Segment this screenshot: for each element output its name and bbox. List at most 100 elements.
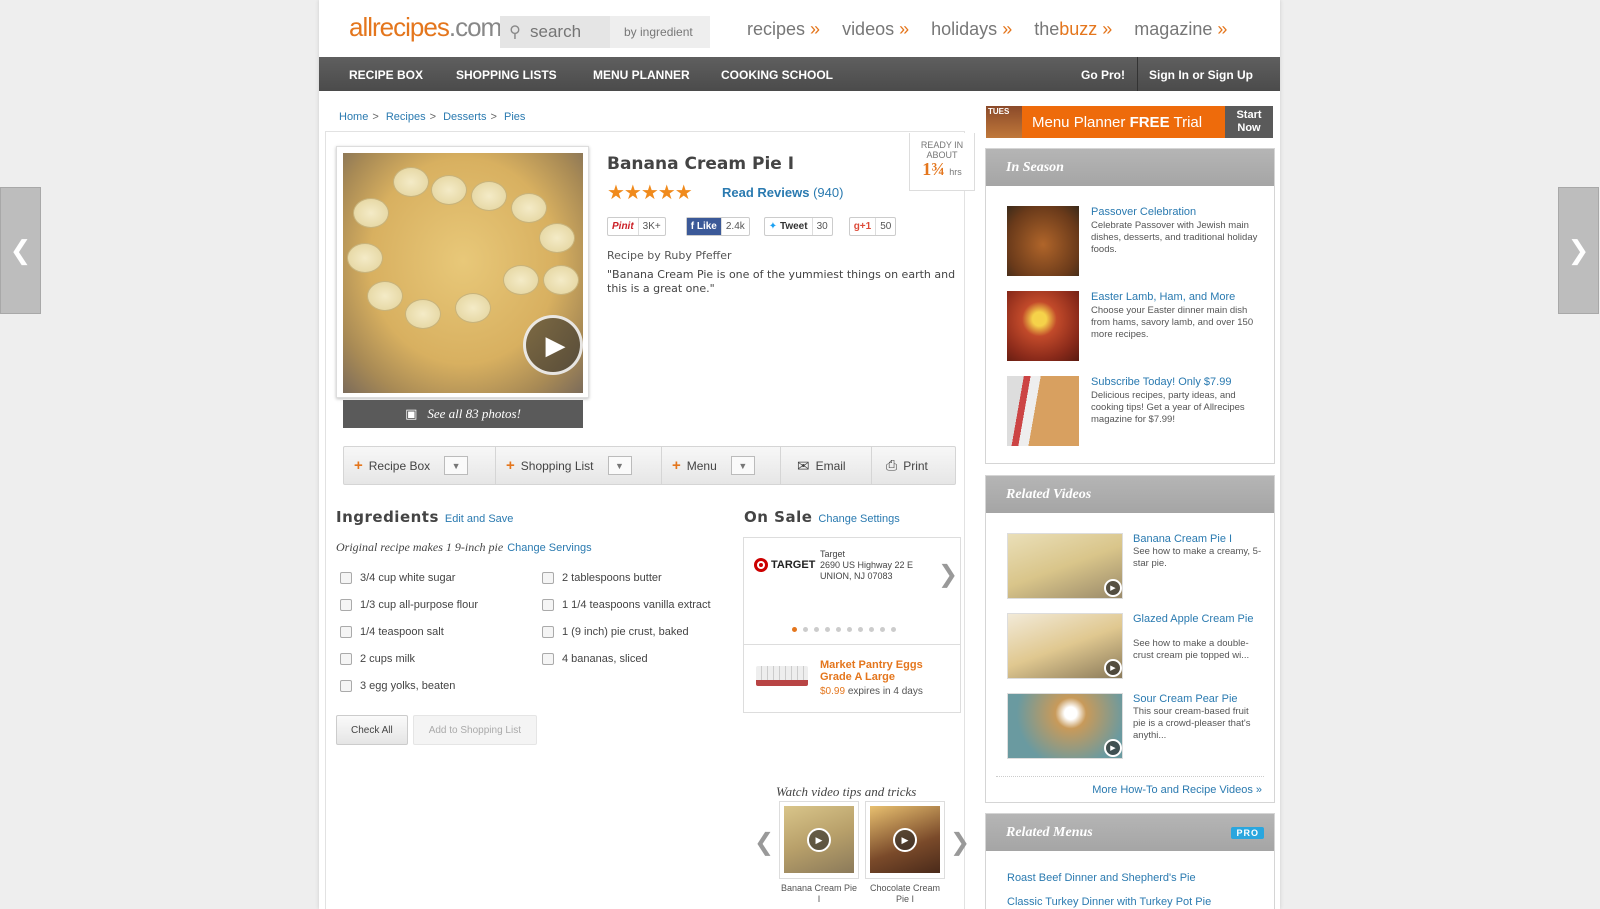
pager-dot[interactable]: [891, 627, 896, 632]
go-pro-link[interactable]: Go Pro!: [1081, 68, 1125, 82]
ingredient-item[interactable]: 2 cups milk: [340, 653, 415, 665]
facebook-like-button[interactable]: f Like 2.4k: [685, 217, 750, 236]
start-now-button[interactable]: Start Now: [1225, 106, 1273, 138]
related-videos-heading: Related Videos: [986, 476, 1274, 513]
next-store-arrow[interactable]: ❯: [938, 560, 958, 589]
sign-in-link[interactable]: Sign In or Sign Up: [1149, 68, 1253, 82]
related-video-title[interactable]: Sour Cream Pear Pie: [1133, 693, 1263, 705]
tweet-button[interactable]: ✦ Tweet 30: [763, 217, 833, 236]
ingredient-checkbox[interactable]: [340, 653, 352, 665]
pager-dot[interactable]: [858, 627, 863, 632]
ingredient-checkbox[interactable]: [542, 626, 554, 638]
related-video-title[interactable]: Banana Cream Pie I: [1133, 533, 1263, 545]
related-menus-heading: Related Menus PRO: [986, 814, 1274, 851]
breadcrumb-home[interactable]: Home: [339, 111, 368, 123]
pager-dot[interactable]: [803, 627, 808, 632]
add-to-shopping-list-button[interactable]: Add to Shopping List: [412, 715, 537, 745]
menu-button[interactable]: + Menu ▼: [662, 446, 781, 485]
shopping-list-button[interactable]: + Shopping List ▼: [496, 446, 662, 485]
ingredient-item[interactable]: 3 egg yolks, beaten: [340, 680, 455, 692]
pager-dot[interactable]: [825, 627, 830, 632]
change-settings-link[interactable]: Change Settings: [818, 513, 899, 525]
subnav-shopping-lists[interactable]: SHOPPING LISTS: [456, 68, 557, 82]
breadcrumb: Home > Recipes > Desserts > Pies: [339, 111, 529, 123]
related-video-title[interactable]: Glazed Apple Cream Pie: [1133, 613, 1263, 625]
ingredient-checkbox[interactable]: [340, 599, 352, 611]
ingredient-checkbox[interactable]: [542, 572, 554, 584]
related-menus-title: Related Menus: [1006, 825, 1093, 840]
ingredient-item[interactable]: 1/3 cup all-purpose flour: [340, 599, 478, 611]
chevron-down-icon[interactable]: ▼: [444, 456, 469, 475]
ingredient-checkbox[interactable]: [340, 680, 352, 692]
subnav-cooking-school[interactable]: COOKING SCHOOL: [721, 68, 833, 82]
chevron-down-icon[interactable]: ▼: [607, 456, 632, 475]
ingredient-item[interactable]: 3/4 cup white sugar: [340, 572, 455, 584]
breadcrumb-recipes[interactable]: Recipes: [386, 111, 426, 123]
see-all-photos-button[interactable]: ▣ See all 83 photos!: [343, 400, 583, 428]
ingredient-checkbox[interactable]: [542, 653, 554, 665]
ingredient-item[interactable]: 4 bananas, sliced: [542, 653, 648, 665]
menu-planner-promo[interactable]: TUES Menu Planner FREE Trial Start Now: [986, 106, 1273, 138]
season-item-title[interactable]: Passover Celebration: [1091, 206, 1196, 218]
play-glyph: ▶: [545, 329, 566, 360]
promo-text: Menu Planner FREE Trial: [1022, 114, 1225, 131]
pager-dot[interactable]: [869, 627, 874, 632]
search-input[interactable]: [530, 16, 610, 48]
google-plus-button[interactable]: g+1 50: [848, 217, 897, 236]
recipe-box-button[interactable]: + Recipe Box ▼: [344, 446, 496, 485]
search-icon[interactable]: ⚲: [500, 22, 530, 42]
next-recipe-arrow[interactable]: ❯: [1558, 187, 1599, 314]
nav-magazine[interactable]: magazine »: [1134, 19, 1227, 40]
video-caption[interactable]: Banana Cream Pie I: [779, 883, 859, 905]
breadcrumb-desserts[interactable]: Desserts: [443, 111, 486, 123]
ingredient-checkbox[interactable]: [340, 626, 352, 638]
nav-videos[interactable]: videos »: [842, 19, 909, 40]
video-caption[interactable]: Chocolate Cream Pie I: [865, 883, 945, 905]
check-all-button[interactable]: Check All: [336, 715, 408, 745]
pinterest-button[interactable]: Pinit 3K+: [607, 217, 666, 236]
subnav-menu-planner[interactable]: MENU PLANNER: [593, 68, 690, 82]
videos-prev-arrow[interactable]: ❮: [754, 828, 774, 857]
videos-next-arrow[interactable]: ❯: [950, 828, 970, 857]
pager-dot[interactable]: [814, 627, 819, 632]
play-video-icon[interactable]: ▶: [523, 315, 583, 375]
video-thumb[interactable]: ▶: [865, 801, 945, 879]
nav-recipes[interactable]: recipes »: [747, 19, 820, 40]
subnav-recipe-box[interactable]: RECIPE BOX: [349, 68, 423, 82]
allrecipes-logo[interactable]: allrecipes.com: [349, 12, 502, 43]
ingredient-checkbox[interactable]: [542, 599, 554, 611]
on-sale-box: TARGET Target 2690 US Highway 22 E UNION, …: [743, 537, 961, 713]
store-address-city: UNION, NJ 07083: [820, 571, 893, 581]
chevron-down-icon[interactable]: ▼: [730, 456, 755, 475]
season-item-title[interactable]: Subscribe Today! Only $7.99: [1091, 376, 1231, 388]
pager-dot[interactable]: [836, 627, 841, 632]
print-button[interactable]: ⎙ Print: [872, 446, 938, 485]
plus-icon: +: [672, 457, 681, 474]
season-item-title[interactable]: Easter Lamb, Ham, and More: [1091, 291, 1235, 303]
search-by-ingredient[interactable]: by ingredient: [610, 16, 710, 48]
edit-and-save-link[interactable]: Edit and Save: [445, 513, 514, 525]
more-videos-link[interactable]: More How-To and Recipe Videos »: [1092, 784, 1262, 796]
related-menu-link[interactable]: Classic Turkey Dinner with Turkey Pot Pi…: [1007, 896, 1211, 908]
pager-dot[interactable]: [792, 627, 797, 632]
ingredient-item[interactable]: 1 (9 inch) pie crust, baked: [542, 626, 689, 638]
video-thumb[interactable]: ▶: [779, 801, 859, 879]
nav-thebuzz[interactable]: thebuzz »: [1034, 19, 1112, 40]
pager-dot[interactable]: [880, 627, 885, 632]
breadcrumb-pies[interactable]: Pies: [504, 111, 525, 123]
email-button[interactable]: ✉ Email: [781, 446, 872, 485]
recipe-photo[interactable]: ▶: [343, 153, 583, 393]
recipe-toolbar: + Recipe Box ▼ + Shopping List ▼ + Menu ▼ ✉ Ema…: [343, 446, 956, 485]
ingredient-checkbox[interactable]: [340, 572, 352, 584]
read-reviews-link[interactable]: Read Reviews (940): [722, 185, 843, 200]
pager-dot[interactable]: [847, 627, 852, 632]
deal-name[interactable]: Market Pantry Eggs Grade A Large: [820, 659, 950, 683]
prev-recipe-arrow[interactable]: ❮: [0, 187, 41, 314]
related-menu-link[interactable]: Roast Beef Dinner and Shepherd's Pie: [1007, 872, 1196, 884]
change-servings-link[interactable]: Change Servings: [507, 542, 591, 554]
nav-arrow: »: [810, 19, 821, 39]
nav-holidays[interactable]: holidays »: [931, 19, 1012, 40]
ingredient-item[interactable]: 1 1/4 teaspoons vanilla extract: [542, 599, 711, 611]
ingredient-item[interactable]: 2 tablespoons butter: [542, 572, 662, 584]
ingredient-item[interactable]: 1/4 teaspoon salt: [340, 626, 444, 638]
